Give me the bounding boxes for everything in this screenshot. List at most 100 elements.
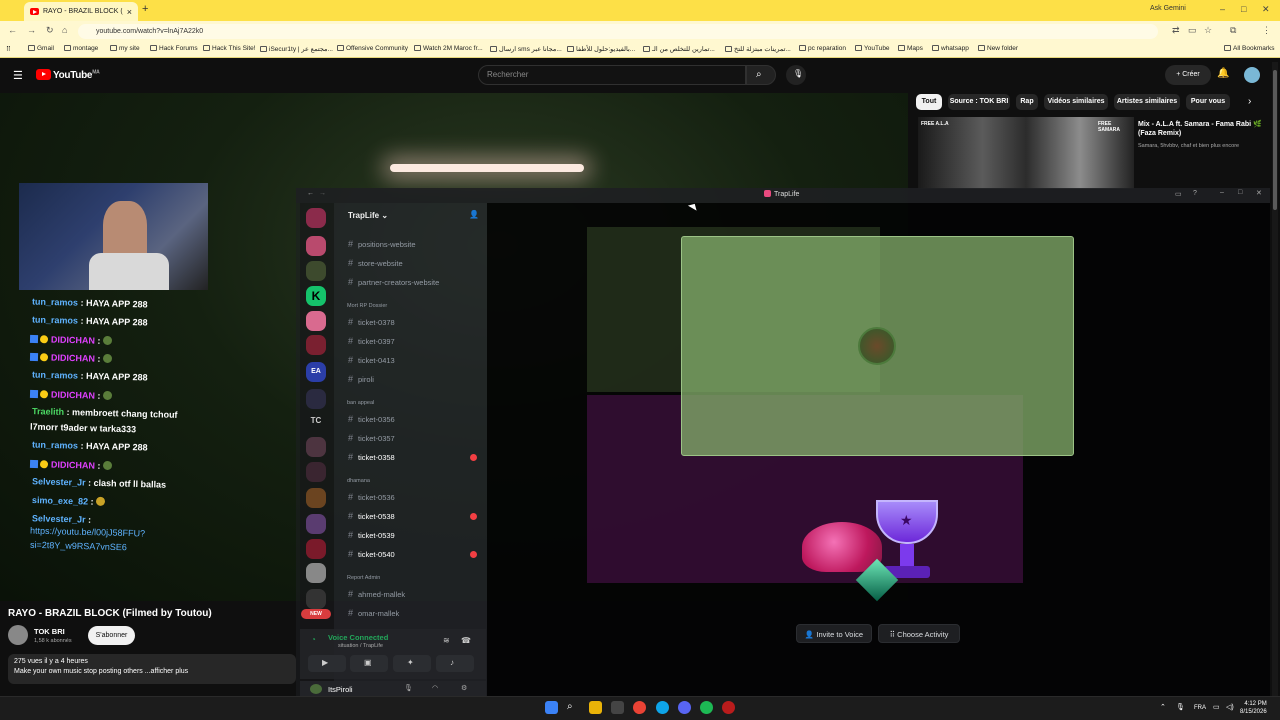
translate-icon[interactable]: ⇄ [1172,25,1180,36]
server-icon[interactable] [306,539,326,559]
chevron-right-icon[interactable]: › [1248,96,1251,107]
forward-icon[interactable]: → [27,25,36,35]
camera-button[interactable]: ▶ [308,655,346,672]
category-label[interactable]: Report Admin [347,575,380,581]
minimize-icon[interactable]: – [1220,4,1225,14]
bookmark-sms[interactable]: ارسال sms مجانا عبر... [490,45,562,53]
channel-item[interactable]: # ahmed-mallek [348,589,405,599]
help-icon[interactable]: ? [1193,190,1197,197]
avatar[interactable] [1244,67,1260,83]
server-icon[interactable] [306,589,326,609]
start-icon[interactable] [545,701,558,714]
bookmark-montage[interactable]: montage [64,45,98,52]
bookmark-my-site[interactable]: my site [110,45,140,52]
recommendation-title[interactable]: Mix - A.L.A ft. Samara - Fama Rabi 🌿 (Fa… [1138,120,1268,138]
bookmark-pc-reparation[interactable]: pc reparation [799,45,846,52]
bookmark-gmail[interactable]: Gmail [28,45,54,52]
close-tab-icon[interactable]: × [127,7,132,17]
chip-rap[interactable]: Rap [1016,94,1038,110]
settings-gear-icon[interactable]: ⚙ [461,684,467,692]
channel-item[interactable]: # ticket-0357 [348,433,395,443]
category-label[interactable]: ban appeal [347,400,374,406]
channel-item[interactable]: # ticket-0358 [348,452,395,462]
choose-activity-button[interactable]: ⠿ Choose Activity [878,624,960,643]
chip-similar-artists[interactable]: Artistes similaires [1114,94,1180,110]
bookmark-isecur1ty[interactable]: iSecur1ty | مجتمع عر... [260,45,333,53]
participant-avatar[interactable] [858,327,896,365]
language-indicator[interactable]: FRA [1194,705,1206,711]
server-icon[interactable]: EA [306,362,326,382]
extensions-icon[interactable]: ⧉ [1230,25,1236,36]
disconnect-icon[interactable]: ☎ [461,636,471,645]
inbox-icon[interactable]: ▭ [1175,190,1182,198]
reload-icon[interactable]: ↻ [46,25,54,36]
menu-icon[interactable]: ⋮ [1262,25,1271,36]
server-icon[interactable] [306,236,326,256]
headphones-icon[interactable]: ◠ [432,684,438,692]
channel-item[interactable]: # ticket-0413 [348,355,395,365]
avatar[interactable] [310,684,322,694]
username[interactable]: ItsPiroli [328,685,353,694]
bookmark-youtube[interactable]: YouTube [855,45,890,52]
server-icon[interactable] [306,389,326,409]
bookmark-new-folder[interactable]: New folder [978,45,1018,52]
mic-tray-icon[interactable]: 🎙 [1176,703,1185,711]
chrome-icon[interactable] [633,701,646,714]
channel-item[interactable]: # ticket-0397 [348,336,395,346]
voice-channel-name[interactable]: situation / TrapLife [338,643,383,649]
discord-minimize-icon[interactable]: – [1220,189,1224,196]
bookmark-hack-this-site[interactable]: Hack This Site! [203,45,256,52]
star-icon[interactable]: ☆ [1204,25,1212,36]
store-icon[interactable] [611,701,624,714]
create-button[interactable]: + Créer [1165,65,1211,85]
page-scrollbar[interactable] [1272,62,1278,696]
mic-icon[interactable]: 🎙 [404,684,413,692]
server-icon[interactable] [306,488,326,508]
server-icon[interactable]: K [306,286,326,306]
youtube-logo[interactable]: YouTubeMA [36,69,100,81]
system-clock[interactable]: 4:12 PM 8/15/2026 [1240,700,1267,716]
bookmark-watch-2m[interactable]: Watch 2M Maroc fr... [414,45,483,52]
add-friend-icon[interactable]: 👤 [469,210,479,219]
cast-icon[interactable]: ▭ [1188,25,1197,36]
app-icon[interactable] [722,701,735,714]
channel-item[interactable]: # ticket-0536 [348,492,395,502]
hamburger-menu-icon[interactable]: ☰ [13,69,23,82]
noise-suppression-icon[interactable]: ≋ [443,636,450,645]
file-explorer-icon[interactable] [589,701,602,714]
server-icon[interactable]: TC [306,411,326,431]
activity-button[interactable]: ✦ [393,655,431,672]
category-label[interactable]: Mort RP Dossier [347,303,387,309]
voice-search-button[interactable]: 🎙 [786,65,806,85]
network-icon[interactable]: ▭ [1213,703,1220,711]
server-icon[interactable] [306,208,326,228]
server-icon[interactable] [306,335,326,355]
chip-source[interactable]: Source : TOK BRI [948,94,1010,110]
chip-tout[interactable]: Tout [916,94,942,110]
tray-chevron-icon[interactable]: ⌃ [1160,703,1166,711]
discord-forward-icon[interactable]: → [319,190,326,197]
screen-share-button[interactable]: ▣ [350,655,388,672]
channel-item[interactable]: # omar-mallek [348,608,399,618]
chip-similar-videos[interactable]: Vidéos similaires [1044,94,1108,110]
server-icon[interactable] [306,311,326,331]
search-icon[interactable]: ⌕ [567,701,580,714]
url-input[interactable]: youtube.com/watch?v=lnAj7A22k0 [78,24,1158,39]
back-icon[interactable]: ← [8,25,17,35]
discord-back-icon[interactable]: ← [307,190,314,197]
search-button[interactable]: ⌕ [746,65,776,85]
bookmark-workouts[interactable]: تمرينات مبتزلة للتخ... [725,45,791,53]
all-bookmarks[interactable]: All Bookmarks [1224,45,1275,52]
edge-icon[interactable] [656,701,669,714]
category-label[interactable]: dhamana [347,478,370,484]
voice-connected-label[interactable]: Voice Connected [328,633,388,642]
discord-close-icon[interactable]: ✕ [1256,189,1262,197]
home-icon[interactable]: ⌂ [62,25,67,35]
channel-item[interactable]: # ticket-0356 [348,414,395,424]
server-icon[interactable] [306,437,326,457]
channel-item[interactable]: # partner-creators-website [348,277,439,287]
search-input[interactable]: Rechercher [478,65,746,85]
server-name[interactable]: TrapLife ⌄ [348,211,388,220]
soundboard-button[interactable]: ♪ [436,655,474,672]
bookmark-hack-forums[interactable]: Hack Forums [150,45,198,52]
